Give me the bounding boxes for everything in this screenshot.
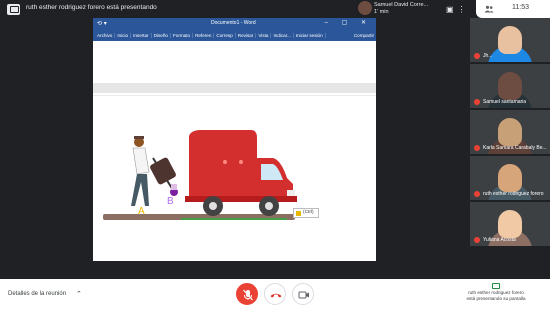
word-title: Documento1 - Word: [211, 20, 256, 26]
tab-revisar[interactable]: Revisar: [236, 33, 257, 38]
participant-name: ruth esther rodriguez forero: [483, 191, 544, 197]
hang-up-icon: [270, 293, 282, 298]
chevron-up-icon[interactable]: ⌃: [76, 290, 82, 298]
tab-archivo[interactable]: Archivo: [95, 33, 116, 38]
mic-off-icon: [474, 145, 480, 151]
tab-vista[interactable]: Vista: [256, 33, 272, 38]
clock-pill[interactable]: 11:53: [476, 0, 550, 18]
participant-name: Jh...: [483, 53, 493, 59]
join-notification[interactable]: Samuel David Corre... 1' min: [358, 1, 444, 17]
mic-off-icon: [474, 53, 480, 59]
participant-face: [498, 72, 522, 100]
participant-face: [498, 118, 522, 146]
clipboard-icon: [296, 211, 301, 216]
presenting-status: está presentando su pantalla: [466, 296, 526, 301]
meeting-details-button[interactable]: Detalles de la reunión: [8, 291, 66, 297]
top-controls: ▣ ⋮: [446, 1, 474, 17]
tell-me-search[interactable]: Indicar...: [271, 33, 294, 38]
camera-button[interactable]: [292, 283, 314, 305]
notification-name: Samuel David Corre...: [374, 2, 429, 8]
presenting-icon: [7, 4, 20, 15]
shared-screen: ⟲ ▾ Documento1 - Word – ▢ ✕ Archivo Inic…: [93, 18, 376, 261]
label-b: B: [167, 196, 174, 207]
avatar: [358, 1, 372, 15]
participant-tile[interactable]: Samuel santamaria: [470, 64, 550, 108]
leave-call-button[interactable]: [264, 283, 286, 305]
mic-button[interactable]: [236, 283, 258, 305]
bottom-bar: Detalles de la reunión ⌃ ruth esther rod…: [0, 279, 550, 311]
mic-off-icon: [474, 237, 480, 243]
illustration: A B: [101, 128, 301, 238]
participant-face: [498, 164, 522, 192]
participant-filmstrip: Jh... Samuel santamaria Karla Samara Car…: [470, 18, 550, 261]
truck-and-mover-image: [131, 130, 297, 216]
participant-name: Samuel santamaria: [483, 99, 527, 105]
mic-off-icon: [474, 191, 480, 197]
tab-inicio[interactable]: Inicio: [115, 33, 132, 38]
word-ribbon: Archivo Inicio Insertar Diseño Formato R…: [93, 30, 376, 41]
mic-off-icon: [243, 289, 253, 301]
page-line: [93, 95, 376, 96]
share-button[interactable]: Compartir: [354, 33, 374, 38]
participant-tile[interactable]: Jh...: [470, 18, 550, 62]
present-screen-icon: [492, 283, 500, 289]
participant-name: Yuliana Acosta: [483, 237, 516, 243]
meet-window: ruth esther rodriguez forero está presen…: [0, 0, 550, 311]
quick-access-icon[interactable]: ⟲ ▾: [97, 20, 107, 27]
participant-tile[interactable]: ruth esther rodriguez forero: [470, 156, 550, 200]
tab-formato[interactable]: Formato: [171, 33, 194, 38]
participant-tile[interactable]: Yuliana Acosta: [470, 202, 550, 246]
top-bar: ruth esther rodriguez forero está presen…: [0, 0, 550, 18]
presenter-status: ruth esther rodriguez forero está presen…: [26, 4, 157, 11]
word-title-bar: ⟲ ▾ Documento1 - Word – ▢ ✕: [93, 18, 376, 30]
sign-in-link[interactable]: Iniciar sesión: [294, 33, 326, 38]
page-separator: [93, 83, 376, 93]
tab-referencias[interactable]: Referen: [193, 33, 215, 38]
label-a: A: [138, 206, 145, 217]
tab-diseno[interactable]: Diseño: [152, 33, 171, 38]
tab-insertar[interactable]: Insertar: [131, 33, 152, 38]
paste-options-button[interactable]: (Ctrl): [293, 208, 319, 218]
presentation-info[interactable]: ruth esther rodriguez forero está presen…: [456, 283, 536, 302]
window-controls[interactable]: – ▢ ✕: [325, 19, 372, 26]
participant-name: Karla Samara Carabaly Be...: [483, 145, 547, 151]
picture-icon[interactable]: ▣: [446, 5, 454, 14]
more-icon[interactable]: ⋮: [458, 5, 466, 14]
clock-time: 11:53: [512, 4, 529, 11]
participant-tile[interactable]: Karla Samara Carabaly Be...: [470, 110, 550, 154]
participant-face: [498, 210, 522, 238]
notification-time: 1' min: [374, 9, 389, 15]
mic-off-icon: [474, 99, 480, 105]
camera-icon: [298, 291, 309, 299]
people-icon: [484, 5, 494, 13]
paste-options-label: (Ctrl): [303, 210, 314, 215]
participant-face: [498, 26, 522, 54]
tab-correspondencia[interactable]: Corresp: [214, 33, 236, 38]
